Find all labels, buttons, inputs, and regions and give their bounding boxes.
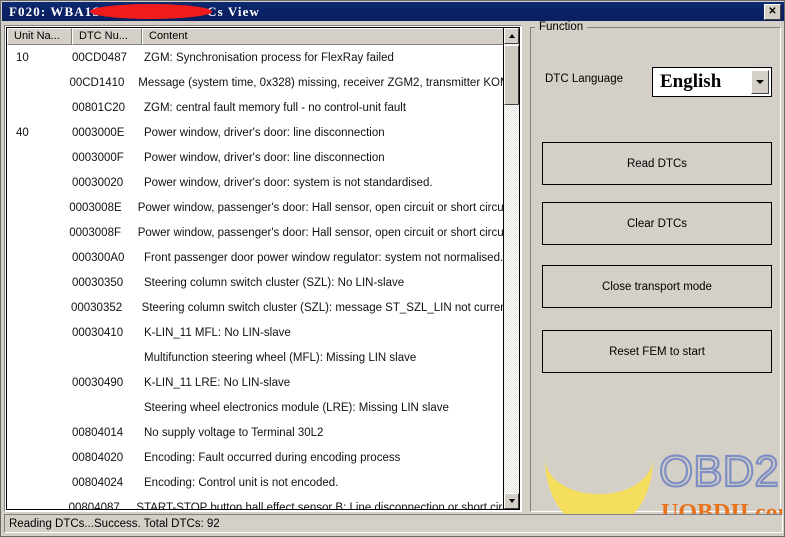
status-text: Reading DTCs...Success. Total DTCs: 92 <box>9 518 220 530</box>
table-row[interactable]: 00030350Steering column switch cluster (… <box>7 270 503 295</box>
cell-content: Multifunction steering wheel (MFL): Miss… <box>142 352 503 364</box>
cell-dtc-number: 00804024 <box>72 477 142 489</box>
cell-content: Steering wheel electronics module (LRE):… <box>142 402 503 414</box>
table-row[interactable]: 0003008EPower window, passenger's door: … <box>7 195 503 220</box>
dtc-language-label: DTC Language <box>545 73 623 85</box>
table-row[interactable]: 00801C20ZGM: central fault memory full -… <box>7 95 503 120</box>
cell-content: Front passenger door power window regula… <box>142 252 503 264</box>
table-header-row: Unit Na... DTC Nu... Content <box>7 28 519 45</box>
table-body: 1000CD0487ZGM: Synchronisation process f… <box>7 45 503 509</box>
table-row[interactable]: 00804087START-STOP button hall effect se… <box>7 495 503 509</box>
cell-content: No supply voltage to Terminal 30L2 <box>142 427 503 439</box>
application-window: F020: WBA1SxxxxxxxxxxxxxxCs View ✕ Unit … <box>0 0 785 537</box>
cell-content: Steering column switch cluster (SZL): No… <box>142 277 503 289</box>
function-group-legend: Function <box>535 21 587 34</box>
cell-dtc-number: 0003008F <box>69 227 136 239</box>
window-title-suffix: Cs View <box>207 4 260 19</box>
table-row[interactable]: Multifunction steering wheel (MFL): Miss… <box>7 345 503 370</box>
reset-fem-to-start-button[interactable]: Reset FEM to start <box>542 330 772 373</box>
cell-dtc-number: 00030350 <box>72 277 142 289</box>
table-row[interactable]: 00CD1410Message (system time, 0x328) mis… <box>7 70 503 95</box>
cell-dtc-number: 0003008E <box>69 202 136 214</box>
cell-content: Steering column switch cluster (SZL): me… <box>140 302 503 314</box>
cell-dtc-number: 00804020 <box>72 452 142 464</box>
cell-dtc-number: 000300A0 <box>72 252 142 264</box>
table-row[interactable]: 00030020Power window, driver's door: sys… <box>7 170 503 195</box>
cell-content: ZGM: central fault memory full - no cont… <box>142 102 503 114</box>
cell-dtc-number: 00804014 <box>72 427 142 439</box>
cell-content: Power window, driver's door: system is n… <box>142 177 503 189</box>
client-area: Unit Na... DTC Nu... Content 1000CD0487Z… <box>2 21 785 536</box>
cell-content: Power window, passenger's door: Hall sen… <box>136 202 503 214</box>
dtc-list-inner: Unit Na... DTC Nu... Content 1000CD0487Z… <box>6 27 520 510</box>
status-bar: Reading DTCs...Success. Total DTCs: 92 <box>4 514 783 533</box>
cell-content: START-STOP button hall effect sensor B: … <box>134 502 503 510</box>
cell-content: Message (system time, 0x328) missing, re… <box>136 77 503 89</box>
scrollbar-track[interactable] <box>504 44 519 493</box>
cell-unit-name: 40 <box>7 127 72 139</box>
cell-dtc-number: 00030352 <box>71 302 140 314</box>
clear-dtcs-button[interactable]: Clear DTCs <box>542 202 772 245</box>
cell-dtc-number: 00030490 <box>72 377 142 389</box>
table-row[interactable]: 00030352Steering column switch cluster (… <box>7 295 503 320</box>
cell-content: Encoding: Fault occurred during encoding… <box>142 452 503 464</box>
chevron-down-icon[interactable] <box>751 70 769 94</box>
cell-dtc-number: 00030410 <box>72 327 142 339</box>
cell-dtc-number: 00030020 <box>72 177 142 189</box>
close-icon[interactable]: ✕ <box>764 4 781 20</box>
cell-dtc-number: 00801C20 <box>72 102 142 114</box>
table-row[interactable]: 1000CD0487ZGM: Synchronisation process f… <box>7 45 503 70</box>
cell-dtc-number: 00804087 <box>69 502 135 510</box>
cell-content: K-LIN_11 MFL: No LIN-slave <box>142 327 503 339</box>
title-bar: F020: WBA1SxxxxxxxxxxxxxxCs View ✕ <box>2 2 785 21</box>
cell-content: ZGM: Synchronisation process for FlexRay… <box>142 52 503 64</box>
dtc-list-panel: Unit Na... DTC Nu... Content 1000CD0487Z… <box>4 25 522 512</box>
table-row[interactable]: 00030410K-LIN_11 MFL: No LIN-slave <box>7 320 503 345</box>
scroll-up-icon[interactable] <box>504 28 519 44</box>
cell-content: Power window, driver's door: line discon… <box>142 152 503 164</box>
dtc-language-value: English <box>653 71 751 93</box>
list-vertical-scrollbar[interactable] <box>503 28 519 509</box>
table-row[interactable]: 0003000FPower window, driver's door: lin… <box>7 145 503 170</box>
scroll-down-icon[interactable] <box>504 493 519 509</box>
column-header-dtc-number[interactable]: DTC Nu... <box>72 28 142 45</box>
cell-dtc-number: 00CD1410 <box>69 77 136 89</box>
table-row[interactable]: 400003000EPower window, driver's door: l… <box>7 120 503 145</box>
table-row[interactable]: 00804020Encoding: Fault occurred during … <box>7 445 503 470</box>
table-row[interactable]: Steering wheel electronics module (LRE):… <box>7 395 503 420</box>
cell-dtc-number: 00CD0487 <box>72 52 142 64</box>
column-header-unit-name[interactable]: Unit Na... <box>7 28 72 45</box>
table-row[interactable]: 00804014No supply voltage to Terminal 30… <box>7 420 503 445</box>
cell-dtc-number: 0003000E <box>72 127 142 139</box>
table-row[interactable]: 0003008FPower window, passenger's door: … <box>7 220 503 245</box>
cell-content: Power window, driver's door: line discon… <box>142 127 503 139</box>
window-title-prefix: F020: WBA1S <box>9 4 101 19</box>
cell-content: Power window, passenger's door: Hall sen… <box>136 227 503 239</box>
scrollbar-thumb[interactable] <box>504 45 519 105</box>
table-row[interactable]: 00030490K-LIN_11 LRE: No LIN-slave <box>7 370 503 395</box>
dtc-language-select[interactable]: English <box>652 67 772 97</box>
column-header-content[interactable]: Content <box>142 28 519 45</box>
table-row[interactable]: 00804024Encoding: Control unit is not en… <box>7 470 503 495</box>
read-dtcs-button[interactable]: Read DTCs <box>542 142 772 185</box>
cell-unit-name: 10 <box>7 52 72 64</box>
table-row[interactable]: 000300A0Front passenger door power windo… <box>7 245 503 270</box>
cell-dtc-number: 0003000F <box>72 152 142 164</box>
redaction-overlay <box>90 4 212 19</box>
cell-content: K-LIN_11 LRE: No LIN-slave <box>142 377 503 389</box>
close-transport-mode-button[interactable]: Close transport mode <box>542 265 772 308</box>
cell-content: Encoding: Control unit is not encoded. <box>142 477 503 489</box>
